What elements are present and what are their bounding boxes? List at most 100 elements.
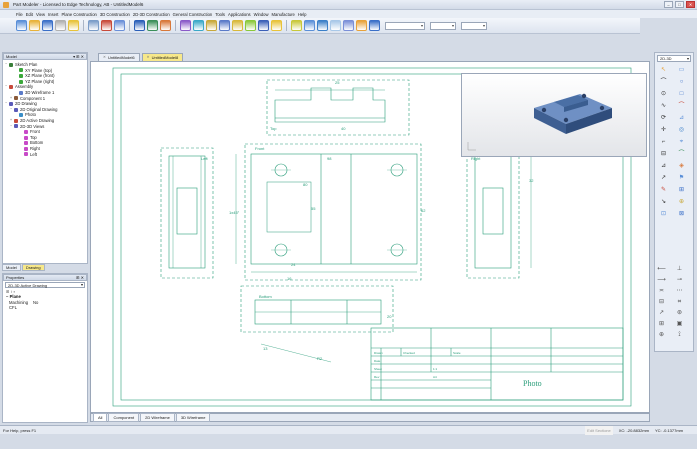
doc-tab-untitledmodel6[interactable]: ✕ UntitledModel6 (98, 53, 140, 61)
panel-pin-icon[interactable]: ⊞ ✕ (76, 275, 84, 281)
constraint-tool-icon[interactable]: ⟟ (674, 331, 685, 339)
toolbar-button-icon[interactable] (356, 20, 367, 31)
view-tab-all[interactable]: All (93, 413, 108, 422)
property-row[interactable]: Machining CFL No (3, 300, 87, 311)
tree-expander-icon[interactable]: + (10, 96, 13, 102)
menu-item-file[interactable]: File (16, 12, 23, 17)
construction-tool-icon[interactable]: ⌖ (676, 138, 687, 147)
toolbar-button-icon[interactable] (291, 20, 302, 31)
construction-tool-icon[interactable]: ✎ (658, 186, 669, 195)
construction-tool-icon[interactable]: ↘ (658, 198, 669, 207)
construction-tool-icon[interactable]: ◎ (676, 126, 687, 135)
toolbar-button-icon[interactable] (55, 20, 66, 31)
constraint-tool-icon[interactable]: ⊛ (674, 309, 685, 317)
tab-close-icon[interactable]: ✕ (103, 54, 106, 61)
construction-tool-icon[interactable]: ⊠ (676, 210, 687, 219)
toolbar-button-icon[interactable] (16, 20, 27, 31)
view-tab-component[interactable]: Component (108, 413, 140, 422)
minimize-button[interactable]: – (664, 1, 673, 8)
menu-item-insert[interactable]: Insert (48, 12, 58, 17)
tab-model[interactable]: Model (2, 264, 21, 271)
toolbar-button-icon[interactable] (206, 20, 217, 31)
toolbar-button-icon[interactable] (258, 20, 269, 31)
tab-drawing[interactable]: Drawing (21, 264, 45, 271)
construction-tool-icon[interactable]: □ (676, 90, 687, 99)
toolbar-button-icon[interactable] (29, 20, 40, 31)
constraint-tool-icon[interactable]: ⊕ (656, 331, 667, 339)
toolbar-button-icon[interactable] (232, 20, 243, 31)
menu-item-applications[interactable]: Applications (228, 12, 251, 17)
construction-tool-icon[interactable]: ⌒ (658, 78, 669, 87)
toolbar-button-icon[interactable] (369, 20, 380, 31)
toolbar-button-icon[interactable] (193, 20, 204, 31)
doc-tab-untitledmodel8[interactable]: ✕ UntitledModel8 (141, 53, 184, 61)
construction-tool-icon[interactable]: ∿ (658, 102, 669, 111)
toolbar-button-icon[interactable] (304, 20, 315, 31)
constraint-tool-icon[interactable]: ↗ (656, 309, 667, 317)
constraint-tool-icon[interactable]: ⊟ (656, 298, 667, 306)
toolbar-button-icon[interactable] (219, 20, 230, 31)
construction-tool-icon[interactable]: ⟳ (658, 114, 669, 123)
toolbar-button-icon[interactable] (42, 20, 53, 31)
menu-item-general-construction[interactable]: General Construction (173, 12, 213, 17)
construction-tool-icon[interactable]: ◈ (676, 162, 687, 171)
panel-pin-icon[interactable]: ▾ ⊞ ✕ (73, 54, 84, 60)
construction-tool-icon[interactable]: ○ (676, 78, 687, 87)
toolbar-dropdown[interactable] (385, 21, 425, 30)
menu-item-view[interactable]: View (36, 12, 45, 17)
toolbar-dropdown[interactable] (461, 21, 487, 30)
toolbar-button-icon[interactable] (317, 20, 328, 31)
construction-tool-icon[interactable]: ✛ (658, 126, 669, 135)
constraint-tool-icon[interactable]: ⟶ (656, 276, 667, 284)
construction-tool-icon[interactable]: ⊞ (676, 186, 687, 195)
menu-item-3d-construction[interactable]: 3D Construction (100, 12, 130, 17)
tab-close-icon[interactable]: ✕ (147, 54, 150, 61)
tree-expander-icon[interactable]: − (5, 101, 8, 107)
menu-item-plane-construction[interactable]: Plane Construction (61, 12, 96, 17)
construction-tool-icon[interactable]: ⌐ (658, 138, 669, 147)
toolbar-button-icon[interactable] (101, 20, 112, 31)
construction-tool-icon[interactable]: ▭ (676, 66, 687, 75)
menu-item-edit[interactable]: Edit (26, 12, 33, 17)
maximize-button[interactable]: □ (675, 1, 684, 8)
constraint-tool-icon[interactable]: ⊥ (674, 265, 685, 273)
construction-tool-icon[interactable]: ⌒ (676, 102, 687, 111)
toolbar-dropdown[interactable] (430, 21, 456, 30)
menu-item-2d-3d-construction[interactable]: 2D-3D Construction (133, 12, 170, 17)
construction-tool-icon[interactable]: ⊿ (658, 162, 669, 171)
toolbar-button-icon[interactable] (245, 20, 256, 31)
construction-tool-icon[interactable]: ⌒ (676, 150, 687, 159)
tree-expander-icon[interactable]: − (10, 124, 13, 130)
construction-tool-icon[interactable]: ↗ (658, 174, 669, 183)
toolbar-button-icon[interactable] (147, 20, 158, 31)
constraint-tool-icon[interactable]: ⊞ (656, 320, 667, 328)
construction-tool-icon[interactable]: ⚑ (676, 174, 687, 183)
toolbar-button-icon[interactable] (330, 20, 341, 31)
constraint-tool-icon[interactable]: ⟵ (656, 265, 667, 273)
construction-tool-icon[interactable]: ⊙ (658, 90, 669, 99)
construction-tool-icon[interactable]: ⊕ (676, 198, 687, 207)
menu-item-manufacture[interactable]: Manufacture (272, 12, 295, 17)
constraint-tool-icon[interactable]: ⋯ (674, 287, 685, 295)
tree-expander-icon[interactable]: − (5, 62, 8, 68)
menu-item-help[interactable]: Help (298, 12, 307, 17)
constraint-tool-icon[interactable]: ≍ (656, 287, 667, 295)
toolbar-button-icon[interactable] (88, 20, 99, 31)
close-button[interactable]: ✕ (686, 1, 695, 8)
toolbar-button-icon[interactable] (68, 20, 79, 31)
view-tab-2d-wireframe[interactable]: 2D Wireframe (140, 413, 175, 422)
menu-item-tools[interactable]: Tools (215, 12, 225, 17)
toolbar-button-icon[interactable] (343, 20, 354, 31)
construction-tool-icon[interactable]: ⊟ (658, 150, 669, 159)
constraint-tool-icon[interactable]: ⊸ (674, 276, 685, 284)
3d-preview-window[interactable] (461, 73, 647, 157)
toolbar-button-icon[interactable] (114, 20, 125, 31)
toolbar-button-icon[interactable] (160, 20, 171, 31)
view-tab-3d-wireframe[interactable]: 3D Wireframe (175, 413, 211, 422)
constraint-tool-icon[interactable]: ▣ (674, 320, 685, 328)
toolbar-button-icon[interactable] (180, 20, 191, 31)
menu-item-window[interactable]: Window (254, 12, 269, 17)
tree-item[interactable]: Left (5, 152, 85, 158)
construction-tool-icon[interactable]: ⊿ (676, 114, 687, 123)
constraint-tool-icon[interactable]: ⌗ (674, 298, 685, 306)
